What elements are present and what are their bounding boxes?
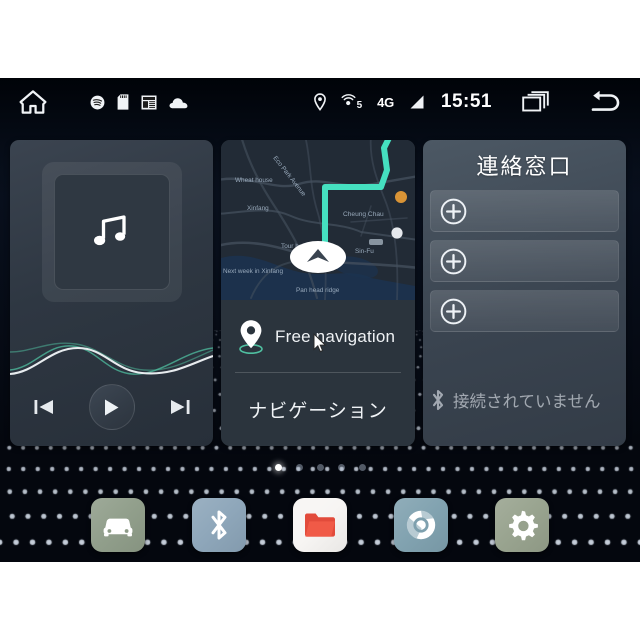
navigation-heading-puck xyxy=(290,241,346,273)
page-dot-1[interactable] xyxy=(274,464,282,471)
page-dot-3[interactable] xyxy=(316,464,324,471)
widget-row: Eco Park Avenue Wheat house Xinfang Cheung … xyxy=(0,140,640,446)
navigation-widget[interactable]: Eco Park Avenue Wheat house Xinfang Cheung … xyxy=(221,140,415,446)
bluetooth-status-text: 接続されていません xyxy=(453,393,601,411)
map-label: Sin-Fu xyxy=(355,248,374,255)
bluetooth-app-icon[interactable] xyxy=(192,498,246,552)
add-contact-row-2[interactable] xyxy=(430,240,619,282)
page-indicator[interactable] xyxy=(0,464,640,471)
sd-card-icon xyxy=(117,94,129,110)
signal-bars-icon xyxy=(408,94,425,110)
recent-apps-icon[interactable] xyxy=(522,90,550,114)
map-label: Wheat house xyxy=(235,177,273,184)
clock: 15:51 xyxy=(440,91,492,112)
add-contact-icon xyxy=(440,298,467,324)
play-button[interactable] xyxy=(88,384,135,430)
file-manager-app-icon[interactable] xyxy=(293,498,347,552)
next-track-button[interactable] xyxy=(169,398,191,416)
map-label: Next week in Xinfang xyxy=(223,268,283,275)
home-icon[interactable] xyxy=(18,89,48,115)
car-app-icon[interactable] xyxy=(91,498,145,552)
map-label: Pan head ridge xyxy=(296,287,340,294)
music-note-icon xyxy=(93,215,126,246)
location-pin-icon xyxy=(313,93,327,111)
audio-waveform xyxy=(10,322,213,388)
bluetooth-status-row: 接続されていません xyxy=(423,388,626,412)
page-dot-5[interactable] xyxy=(358,464,366,471)
album-art-placeholder xyxy=(41,162,182,302)
contacts-widget[interactable]: 連絡窓口 接続されていません xyxy=(423,140,626,446)
status-bar: 5 4G 15:51 xyxy=(0,78,640,126)
car-head-unit-screen: 5 4G 15:51 Eco Park Avenue Wheat house X… xyxy=(0,78,640,562)
browser-app-icon[interactable] xyxy=(394,498,448,552)
cloud-icon xyxy=(169,96,188,109)
previous-track-button[interactable] xyxy=(33,398,55,416)
add-contact-icon xyxy=(440,248,467,274)
bluetooth-icon xyxy=(432,389,444,411)
contacts-title: 連絡窓口 xyxy=(476,154,573,179)
navigation-mode-row[interactable]: Free navigation xyxy=(221,308,415,366)
page-dot-4[interactable] xyxy=(337,464,345,471)
wifi-badge: 5 xyxy=(356,99,363,111)
map-label: Cheung Chau xyxy=(343,211,384,218)
page-dot-2[interactable] xyxy=(295,464,303,471)
player-controls xyxy=(10,384,213,430)
app-dock xyxy=(0,488,640,562)
notification-icons xyxy=(90,94,188,110)
add-contact-icon xyxy=(440,198,467,224)
add-contact-row-3[interactable] xyxy=(430,290,619,332)
add-contact-row-1[interactable] xyxy=(430,190,619,232)
music-widget[interactable] xyxy=(10,140,213,446)
map-label: Xinfang xyxy=(247,205,269,212)
wifi-signal-icon: 5 xyxy=(341,93,364,111)
map-pin-icon xyxy=(239,320,263,354)
divider xyxy=(235,372,401,373)
back-arrow-icon[interactable] xyxy=(586,89,622,115)
navigation-widget-title: ナビゲーション xyxy=(248,400,388,422)
map-label: Eco Park Avenue xyxy=(271,155,307,198)
news-widget-icon xyxy=(141,95,157,110)
network-label: 4G xyxy=(377,94,394,110)
map-preview[interactable]: Eco Park Avenue Wheat house Xinfang Cheung … xyxy=(221,140,415,300)
navigation-mode-label: Free navigation xyxy=(275,327,396,346)
spotify-icon xyxy=(90,95,105,110)
settings-app-icon[interactable] xyxy=(495,498,549,552)
